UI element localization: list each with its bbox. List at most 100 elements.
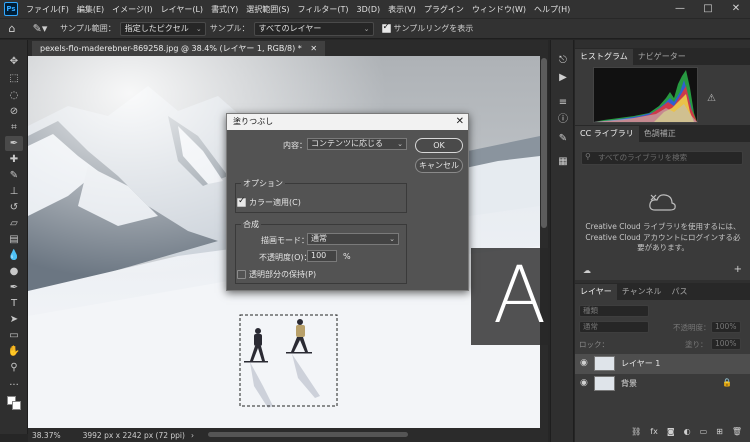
eye-icon[interactable]: ◉ (580, 378, 588, 388)
ok-button[interactable]: OK (415, 138, 463, 153)
blend-mode-select[interactable]: 通常 (579, 321, 649, 333)
menu-image[interactable]: イメージ(I) (108, 4, 156, 15)
move-tool-icon[interactable]: ✥ (5, 54, 23, 69)
menu-layer[interactable]: レイヤー(L) (157, 4, 207, 15)
preserve-transparency-checkbox[interactable]: 透明部分の保持(P) (237, 269, 316, 280)
menu-type[interactable]: 書式(Y) (207, 4, 242, 15)
menu-window[interactable]: ウィンドウ(W) (468, 4, 530, 15)
cc-search-input[interactable]: すべてのライブラリを検索 (581, 151, 743, 165)
new-layer-icon[interactable]: ⊞ (716, 427, 723, 436)
tab-adjustments[interactable]: 色調補正 (639, 126, 681, 142)
tab-channels[interactable]: チャンネル (617, 284, 667, 300)
menu-view[interactable]: 表示(V) (384, 4, 420, 15)
checkbox-icon[interactable] (381, 22, 391, 33)
fill-field[interactable]: 100% (711, 338, 741, 350)
close-tab-icon[interactable]: ✕ (310, 44, 317, 53)
add-icon[interactable]: + (734, 264, 742, 275)
trash-icon[interactable]: 🗑 (732, 427, 742, 436)
home-icon[interactable]: ⌂ (4, 21, 20, 37)
crop-tool-icon[interactable]: ⌗ (5, 120, 23, 135)
color-adaptation-checkbox[interactable]: カラー適用(C) (237, 196, 301, 208)
type-tool-icon[interactable]: T (5, 296, 23, 311)
zoom-tool-icon[interactable]: ⚲ (5, 360, 23, 375)
hand-tool-icon[interactable]: ✋ (5, 344, 23, 359)
checkbox-icon[interactable] (237, 270, 246, 279)
lock-icon: 🔒 (722, 378, 732, 387)
eyedropper-tool-icon[interactable]: ✒ (5, 136, 23, 151)
lasso-tool-icon[interactable]: ◌ (5, 88, 23, 103)
tab-paths[interactable]: パス (667, 284, 693, 300)
close-button[interactable]: ✕ (722, 0, 750, 18)
cloud-icon (647, 192, 677, 214)
dodge-tool-icon[interactable]: ● (5, 264, 23, 279)
mode-select[interactable]: 通常 ⌄ (307, 233, 399, 245)
brush-settings-icon[interactable]: ✎ (555, 132, 571, 146)
show-sampling-ring-checkbox[interactable]: サンプルリングを表示 (381, 22, 473, 34)
group-folder-icon[interactable]: ▭ (700, 427, 708, 436)
adjustments-icon[interactable]: ≡ (555, 96, 571, 110)
fill-label: 塗り： (685, 340, 708, 349)
tab-cc-libraries[interactable]: CC ライブラリ (575, 126, 639, 142)
layer-row[interactable]: ◉ レイヤー 1 (575, 354, 750, 374)
cloud-sync-icon[interactable]: ☁ (583, 266, 591, 275)
play-actions-icon[interactable]: ▶ (555, 71, 571, 85)
close-icon[interactable]: ✕ (456, 114, 464, 130)
layer-filter-select[interactable]: 種類 (579, 305, 649, 317)
menu-3d[interactable]: 3D(D) (353, 5, 385, 14)
stamp-tool-icon[interactable]: ⊥ (5, 184, 23, 199)
contents-select[interactable]: コンテンツに応じる ⌄ (307, 138, 407, 150)
vertical-scrollbar[interactable] (540, 56, 548, 428)
zoom-level[interactable]: 38.37% (32, 431, 61, 440)
fx-icon[interactable]: fx (650, 427, 658, 436)
horizontal-scrollbar[interactable] (208, 432, 408, 437)
menu-plugins[interactable]: プラグイン (420, 4, 468, 15)
history-brush-tool-icon[interactable]: ↺ (5, 200, 23, 215)
document-dimensions: 3992 px x 2242 px (72 ppi) (82, 430, 185, 440)
marquee-tool-icon[interactable]: ⬚ (5, 71, 23, 86)
eyedropper-tool-icon[interactable]: ✎▾ (28, 21, 52, 37)
sample-select[interactable]: すべてのレイヤー ⌄ (253, 21, 374, 36)
tab-navigator[interactable]: ナビゲーター (633, 49, 691, 65)
color-swatches-icon[interactable] (5, 396, 23, 411)
layer-row[interactable]: ◉ 背景 🔒 (575, 374, 750, 394)
mask-icon[interactable]: ◙ (667, 427, 675, 436)
swatches-icon[interactable]: ▦ (555, 155, 571, 169)
eye-icon[interactable]: ◉ (580, 358, 588, 368)
adjustment-layer-icon[interactable]: ◐ (684, 427, 691, 436)
menu-filter[interactable]: フィルター(T) (294, 4, 353, 15)
scrollbar-thumb[interactable] (541, 58, 547, 228)
status-chevron-icon[interactable]: › (191, 431, 194, 440)
opacity-label: 不透明度： (673, 323, 711, 332)
opacity-field[interactable]: 100% (711, 321, 741, 333)
eraser-tool-icon[interactable]: ▱ (5, 216, 23, 231)
healing-brush-tool-icon[interactable]: ✚ (5, 152, 23, 167)
tab-histogram[interactable]: ヒストグラム (575, 49, 633, 65)
tab-layers[interactable]: レイヤー (575, 284, 617, 300)
document-tab[interactable]: pexels-flo-maderebner-869258.jpg @ 38.4%… (32, 41, 326, 56)
options-group-label: オプション (241, 178, 285, 189)
pen-tool-icon[interactable]: ✒ (5, 280, 23, 295)
opacity-input[interactable]: 100 (307, 250, 337, 262)
menu-file[interactable]: ファイル(F) (22, 4, 73, 15)
quick-select-tool-icon[interactable]: ⊘ (5, 104, 23, 119)
link-icon[interactable]: ⛓ (631, 427, 641, 436)
menu-edit[interactable]: 編集(E) (73, 4, 108, 15)
path-select-tool-icon[interactable]: ➤ (5, 312, 23, 327)
maximize-button[interactable]: □ (694, 0, 722, 18)
menu-help[interactable]: ヘルプ(H) (530, 4, 574, 15)
shape-tool-icon[interactable]: ▭ (5, 328, 23, 343)
cancel-button[interactable]: キャンセル (415, 158, 463, 173)
history-icon[interactable]: ⎋ (555, 54, 571, 68)
checkbox-icon[interactable] (237, 196, 246, 207)
warning-icon[interactable]: ⚠ (707, 93, 716, 104)
document-tab-bar: pexels-flo-maderebner-869258.jpg @ 38.4%… (28, 40, 548, 56)
brush-tool-icon[interactable]: ✎ (5, 168, 23, 183)
blur-tool-icon[interactable]: 💧 (5, 248, 23, 263)
menu-select[interactable]: 選択範囲(S) (242, 4, 293, 15)
more-tools-icon[interactable]: ··· (5, 378, 23, 393)
sample-range-select[interactable]: 指定したピクセル ⌄ (119, 21, 206, 36)
gradient-tool-icon[interactable]: ▤ (5, 232, 23, 247)
minimize-button[interactable]: — (666, 0, 694, 18)
status-bar: 38.37% 3992 px x 2242 px (72 ppi) › (28, 428, 548, 442)
info-icon[interactable]: ⓘ (555, 113, 571, 127)
